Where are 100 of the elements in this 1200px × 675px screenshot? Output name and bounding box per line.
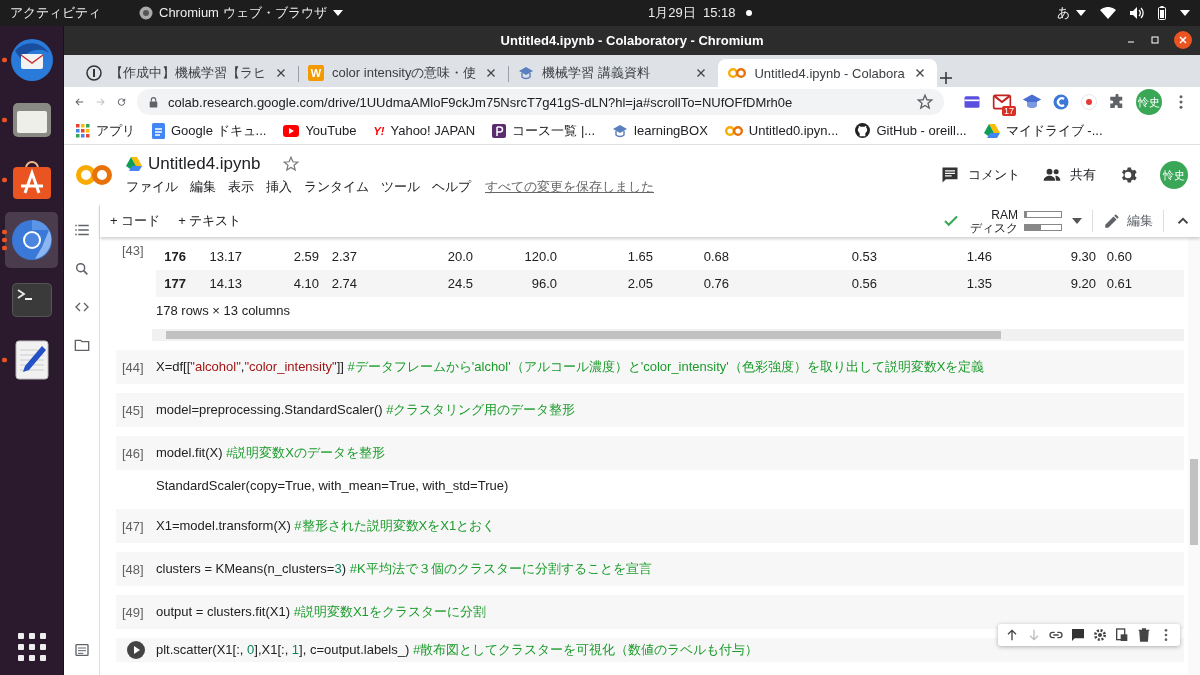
caret-icon <box>1076 10 1086 16</box>
menu-item[interactable]: 挿入 <box>266 178 292 196</box>
play-icon <box>283 124 300 137</box>
record-icon[interactable] <box>1080 93 1098 111</box>
add-text-button[interactable]: + テキスト <box>178 212 242 230</box>
clock[interactable]: 1月29日 15:18 <box>648 4 736 22</box>
maximize-button[interactable] <box>1150 35 1160 45</box>
table-cell-text: 0.56 <box>850 276 877 291</box>
code-cell[interactable]: [48] clusters = KMeans(n_clusters=3) #K平均法で３個のクラスターに分割することを宣言 <box>116 552 1184 586</box>
terminal-app-icon[interactable] <box>11 283 52 317</box>
code-line[interactable]: plt.scatter(X1[:, 0],X1[:, 1], c=output.labels_) #散布図としてクラスターを可視化（数値のラベルも付与） <box>156 641 759 659</box>
resource-meter[interactable]: RAM ディスク <box>970 208 1062 234</box>
horizontal-scrollbar[interactable] <box>152 329 1184 341</box>
bookmark-link[interactable]: アプリ <box>76 121 135 140</box>
bookmark-link[interactable]: コース一覧 |... <box>492 121 596 140</box>
app-grid-icon[interactable] <box>17 633 46 661</box>
execution-count: [47] <box>121 518 145 534</box>
close-button[interactable] <box>1174 31 1192 49</box>
table-cell-text: 96.0 <box>530 276 557 291</box>
table-cell-text: 14.13 <box>208 276 242 291</box>
code-cell[interactable]: [49] output = clusters.fit(X1) #説明変数X1をクラスターに分割 <box>116 595 1184 629</box>
vertical-scrollbar[interactable] <box>1188 237 1200 675</box>
menu-item[interactable]: ヘルプ <box>432 178 471 196</box>
menu-item[interactable]: ランタイム <box>304 178 369 196</box>
table-cell-text: 1.46 <box>965 249 992 264</box>
c-extension-icon[interactable] <box>1052 93 1070 111</box>
code-cell[interactable]: [45] model=preprocessing.StandardScaler() #クラスタリング用のデータ整形 <box>116 393 1184 427</box>
table-cell-text: 2.05 <box>626 276 653 291</box>
shopping-bag-app-icon[interactable] <box>11 160 52 200</box>
menu-item[interactable]: ファイル <box>126 178 178 196</box>
table-cell-text: 13.17 <box>208 249 242 264</box>
code-line[interactable]: X1=model.transform(X) #整形された説明変数XをX1とおく <box>156 517 496 535</box>
code-line[interactable]: model.fit(X) #説明変数Xのデータを整形 <box>156 444 385 462</box>
mirror-cell-icon[interactable] <box>1114 627 1130 643</box>
code-cell[interactable]: [46] model.fit(X) #説明変数Xのデータを整形 StandardScaler(copy=True, with_mean=True, with_std=True) <box>116 436 1184 500</box>
mail-app-icon[interactable] <box>8 37 55 83</box>
menu-item[interactable]: 編集 <box>190 178 216 196</box>
browser-tab[interactable]: Untitled4.ipynb - Colabora <box>718 59 937 87</box>
table-cell-text: 0.60 <box>1105 249 1132 264</box>
star-icon[interactable] <box>282 155 301 173</box>
bookmark-link[interactable]: YouTube <box>283 123 357 138</box>
table-cell-text: 9.20 <box>1069 276 1096 291</box>
volume-icon[interactable] <box>1130 7 1144 19</box>
comment-button[interactable]: コメント <box>940 165 1020 185</box>
edit-button[interactable]: 編集 <box>1103 212 1153 230</box>
notebook-title[interactable]: Untitled4.ipynb <box>148 154 261 174</box>
bookmark-link[interactable]: マイドライブ -... <box>983 121 1103 140</box>
apps-grid-icon <box>76 123 90 138</box>
notification-badge: 17 <box>1002 106 1016 116</box>
bookmark-link[interactable]: learningBOX <box>612 122 708 139</box>
address-field[interactable]: colab.research.google.com/drive/1UUdmaAMloF9ckJm75NsrcT7g41gS-dLN?hl=ja#scrollTo=NUfOFfDMrh0e <box>137 89 944 115</box>
share-button[interactable]: 共有 <box>1042 165 1096 185</box>
delete-icon[interactable] <box>1136 627 1152 643</box>
save-status-link[interactable]: すべての変更を保存しました <box>485 178 654 196</box>
menu-item[interactable]: 表示 <box>228 178 254 196</box>
code-line[interactable]: model=preprocessing.StandardScaler() #クラスタリング用のデータ整形 <box>156 401 576 419</box>
browser-tab[interactable]: 機械学習 講義資料 <box>508 59 719 87</box>
code-cell[interactable]: [44] X=df[["alcohol","color_intensity"]] #データフレームから'alchol'（アルコール濃度）と'color_intensity'（色彩強度）を取り出して説明変数Xを定義 <box>116 350 1184 384</box>
folder-app-icon[interactable] <box>11 101 52 139</box>
browser-app-icon[interactable] <box>10 219 53 261</box>
code-line[interactable]: output = clusters.fit(X1) #説明変数X1をクラスターに分割 <box>156 603 486 621</box>
table-cell-text: 1.35 <box>965 276 992 291</box>
execution-count: [46] <box>121 445 145 461</box>
text-editor-app-icon[interactable] <box>14 340 49 380</box>
table-cell-text: 177 <box>163 276 186 291</box>
table-cell-text: 0.76 <box>702 276 729 291</box>
browser-tab[interactable]: W color intensityの意味・使 <box>298 59 509 87</box>
activities-button[interactable]: アクティビティ <box>10 4 101 22</box>
mail-icon[interactable] <box>992 92 1012 112</box>
input-method-menu[interactable]: あ <box>1057 4 1086 22</box>
ram-label: RAM <box>990 208 1018 221</box>
bookmark-link[interactable]: Y! Yahoo! JAPAN <box>373 123 476 138</box>
execution-count: [44] <box>121 359 145 375</box>
dropdown-caret-icon <box>1072 218 1082 224</box>
table-cell-text: 0.53 <box>850 249 877 264</box>
bookmark-link[interactable]: Untitled0.ipyn... <box>724 123 839 138</box>
code-cell[interactable]: plt.scatter(X1[:, 0],X1[:, 1], c=output.labels_) #散布図としてクラスターを可視化（数値のラベルも付与） <box>116 638 1184 662</box>
app-menu[interactable]: Chromium ウェブ・ブラウザ <box>139 4 343 22</box>
code-cell[interactable]: [47] X1=model.transform(X) #整形された説明変数XをX1とおく <box>116 509 1184 543</box>
star-icon[interactable] <box>916 93 934 111</box>
folder-icon[interactable] <box>73 337 90 353</box>
run-cell-button[interactable] <box>127 641 145 659</box>
add-code-button[interactable]: + コード <box>110 212 161 230</box>
browser-icon <box>139 6 153 20</box>
comment-icon[interactable] <box>1070 627 1086 643</box>
notification-dot-icon <box>745 10 752 16</box>
battery-icon[interactable] <box>1158 6 1166 20</box>
bookmark-link[interactable]: GitHub - oreill... <box>855 123 967 138</box>
code-line[interactable]: clusters = KMeans(n_clusters=3) #K平均法で３個のクラスターに分割することを宣言 <box>156 560 652 578</box>
search-icon[interactable] <box>73 261 90 277</box>
menu-item[interactable]: ツール <box>381 178 420 196</box>
code-line[interactable]: X=df[["alcohol","color_intensity"]] #データフレームから'alchol'（アルコール濃度）と'color_intensity'（色彩強度）を取り出して説明変数Xを定義 <box>156 358 985 376</box>
table-cell-text: 0.68 <box>702 249 729 264</box>
table-cell-text: 120.0 <box>523 249 557 264</box>
wifi-icon[interactable] <box>1100 7 1116 19</box>
browser-tab[interactable]: 【作成中】機械学習【ラヒ <box>76 59 298 87</box>
settings-icon[interactable] <box>1092 627 1108 643</box>
colab-logo-icon[interactable] <box>76 163 112 187</box>
bookmark-link[interactable]: Google ドキュ... <box>152 121 267 140</box>
cell-output: StandardScaler(copy=True, with_mean=True, with_std=True) <box>156 477 509 493</box>
